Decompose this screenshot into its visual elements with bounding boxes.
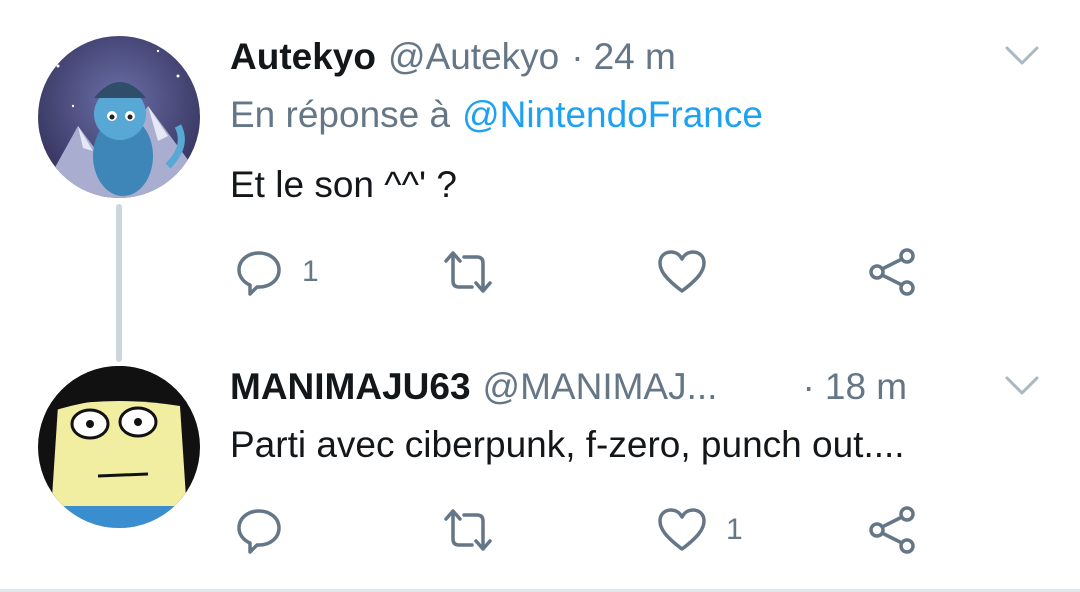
tweet-header: Autekyo @Autekyo · 24 m: [230, 32, 676, 82]
reply-icon: [237, 509, 281, 554]
tweet-actions: 1: [0, 242, 1080, 302]
avatar[interactable]: [38, 36, 200, 198]
timestamp[interactable]: 24 m: [594, 36, 676, 78]
reply-context: En réponse à @NintendoFrance: [230, 94, 763, 136]
share-button[interactable]: [868, 500, 918, 560]
retweet-icon: [444, 251, 492, 293]
share-button[interactable]: [868, 242, 918, 302]
tweet-text: Parti avec ciberpunk, f-zero, punch out.…: [230, 424, 905, 465]
retweet-button[interactable]: [440, 500, 514, 560]
like-icon: [658, 508, 706, 551]
tweet[interactable]: Autekyo @Autekyo · 24 m En réponse à @Nin…: [0, 0, 1080, 362]
retweet-icon: [444, 509, 492, 551]
reply-button[interactable]: 1: [234, 242, 319, 302]
like-count: 1: [726, 513, 743, 546]
display-name[interactable]: Autekyo: [230, 36, 376, 78]
like-button[interactable]: 1: [656, 500, 743, 560]
like-icon: [658, 250, 706, 293]
reply-button[interactable]: [234, 500, 302, 560]
tweet[interactable]: MANIMAJU63 @MANIMAJ... · 18 m Parti avec…: [0, 340, 1080, 592]
share-icon: [869, 506, 915, 554]
like-button[interactable]: [656, 242, 726, 302]
reply-count: 1: [302, 255, 319, 288]
retweet-button[interactable]: [440, 242, 514, 302]
chevron-down-icon[interactable]: [1004, 374, 1040, 398]
reply-icon: [237, 251, 281, 296]
reply-mention-link[interactable]: @NintendoFrance: [462, 94, 763, 135]
user-handle[interactable]: @MANIMAJ...: [483, 366, 755, 408]
user-handle[interactable]: @Autekyo: [388, 36, 559, 78]
reply-prefix: En réponse à: [230, 94, 451, 135]
display-name[interactable]: MANIMAJU63: [230, 366, 471, 408]
tweet-actions: 1: [0, 500, 1080, 560]
tweet-text: Et le son ^^' ?: [230, 164, 457, 205]
timestamp[interactable]: 18 m: [825, 366, 907, 408]
separator-dot: ·: [802, 366, 815, 407]
tweet-header: MANIMAJU63 @MANIMAJ... · 18 m: [230, 362, 907, 412]
chevron-down-icon[interactable]: [1004, 44, 1040, 68]
separator-dot: ·: [571, 36, 584, 77]
share-icon: [869, 248, 915, 296]
